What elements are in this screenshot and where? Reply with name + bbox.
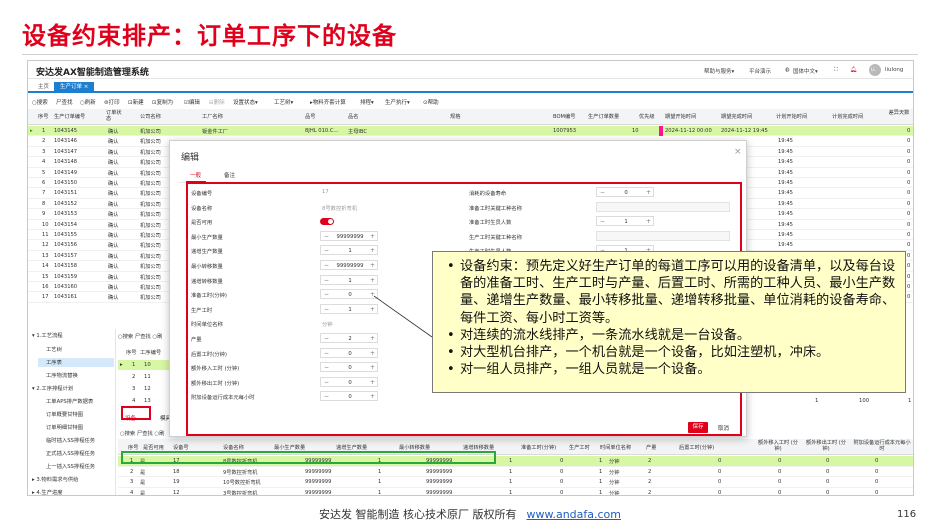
callout-bullet: 设备约束：预先定义好生产订单的每道工序可以用的设备清单，以及每台设备的准备工时、… — [445, 258, 897, 327]
callout-bullet: 对一组人员排产，一组人员就是一个设备。 — [445, 361, 897, 378]
slide-footer: 安达发 智能制造 核心技术原厂 版权所有 www.andafa.com — [0, 506, 940, 524]
connector-line — [373, 295, 433, 338]
footer-text: 安达发 智能制造 核心技术原厂 版权所有 — [318, 508, 517, 521]
callout-list: 设备约束：预先定义好生产订单的每道工序可以用的设备清单，以及每台设备的准备工时、… — [433, 252, 905, 379]
callout-bullet: 对大型机台排产，一个机台就是一个设备，比如注塑机，冲床。 — [445, 344, 897, 361]
footer-link[interactable]: www.andafa.com — [526, 508, 621, 521]
page-number: 116 — [897, 509, 917, 520]
callout-bullet: 对连续的流水线排产，一条流水线就是一台设备。 — [445, 327, 897, 344]
callout-box: 设备约束：预先定义好生产订单的每道工序可以用的设备清单，以及每台设备的准备工时、… — [432, 251, 906, 393]
